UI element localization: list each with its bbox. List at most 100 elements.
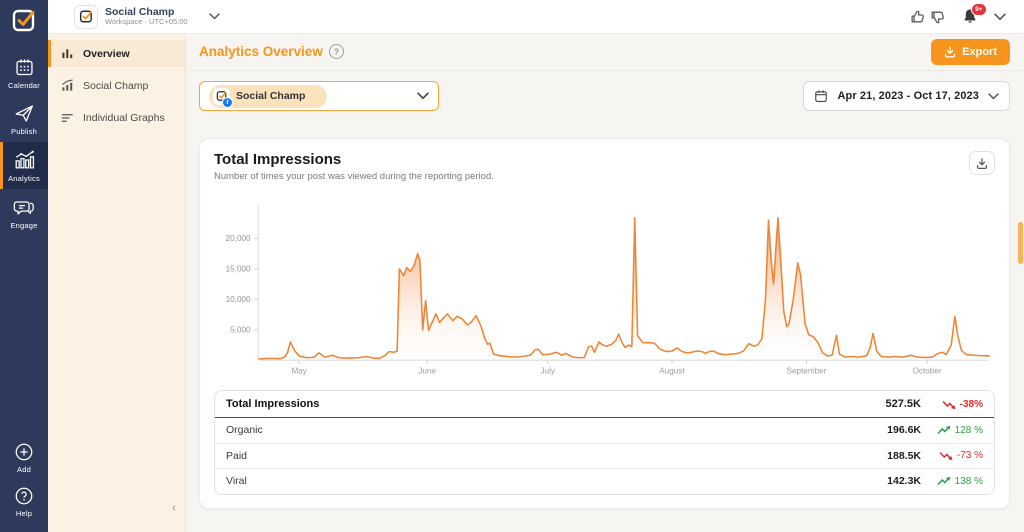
workspace-logo-icon bbox=[74, 4, 98, 29]
topbar: Social Champ Workspace · UTC+05:00 9+ bbox=[48, 0, 1024, 34]
app-sidebar: Calendar Publish Analytics Engage Add He… bbox=[0, 0, 48, 532]
help-question-icon bbox=[14, 486, 34, 506]
sidebar-item-label: Engage bbox=[10, 221, 38, 230]
metric-value: 188.5K bbox=[887, 449, 921, 462]
metric-change: -73 % bbox=[956, 450, 983, 462]
account-select-dropdown[interactable]: f Social Champ bbox=[199, 81, 439, 111]
metric-trend: 128 % bbox=[921, 425, 983, 436]
y-axis-tick-label: 10,000 bbox=[226, 295, 251, 304]
chevron-down-icon[interactable] bbox=[994, 12, 1006, 21]
metric-value: 142.3K bbox=[887, 475, 921, 488]
metric-change: 128 % bbox=[954, 424, 983, 436]
calendar-icon bbox=[814, 89, 828, 103]
scrollbar-thumb[interactable] bbox=[1018, 222, 1023, 264]
download-icon bbox=[976, 157, 988, 169]
page-header: Analytics Overview ? Export bbox=[185, 33, 1024, 71]
overview-bars-icon bbox=[61, 47, 74, 60]
sidebar-item-analytics[interactable]: Analytics bbox=[0, 142, 48, 189]
metric-label: Total Impressions bbox=[226, 398, 320, 410]
growth-chart-icon bbox=[61, 79, 74, 92]
chevron-down-icon bbox=[417, 92, 429, 100]
feedback-thumbs bbox=[910, 9, 946, 25]
table-row: Organic 196.6K 128 % bbox=[215, 418, 994, 444]
y-axis-tick-label: 15,000 bbox=[226, 265, 251, 274]
sidebar-item-label: Add bbox=[17, 465, 31, 474]
lines-list-icon bbox=[61, 111, 74, 124]
sidebar-item-publish[interactable]: Publish bbox=[0, 96, 48, 142]
total-impressions-card: Total Impressions Number of times your p… bbox=[199, 138, 1010, 509]
facebook-badge-icon: f bbox=[222, 96, 233, 108]
account-chip-label: Social Champ bbox=[236, 90, 306, 102]
sidebar-item-label: Publish bbox=[11, 127, 37, 136]
trend-down-icon bbox=[939, 452, 953, 461]
card-subtitle: Number of times your post was viewed dur… bbox=[214, 171, 494, 182]
sidebar-item-label: Calendar bbox=[7, 81, 41, 90]
analytics-subnav: Overview Social Champ Individual Graphs … bbox=[48, 33, 186, 532]
metric-label: Viral bbox=[226, 475, 247, 488]
y-axis-tick-label: 20,000 bbox=[226, 234, 251, 243]
metric-change: 138 % bbox=[954, 475, 983, 487]
subnav-item-label: Social Champ bbox=[83, 79, 149, 92]
social-champ-logo-icon[interactable] bbox=[11, 7, 38, 34]
download-icon bbox=[944, 46, 956, 58]
card-header: Total Impressions Number of times your p… bbox=[214, 151, 995, 182]
calendar-icon bbox=[14, 57, 35, 78]
metric-change: -38% bbox=[959, 398, 983, 410]
table-row: Paid 188.5K -73 % bbox=[215, 444, 994, 469]
paper-plane-icon bbox=[14, 103, 35, 124]
subnav-item-overview[interactable]: Overview bbox=[48, 40, 185, 67]
collapse-sidebar-handle[interactable]: ‹ bbox=[167, 498, 181, 518]
add-plus-icon bbox=[14, 442, 34, 462]
sidebar-item-label: Help bbox=[15, 509, 33, 518]
trend-up-icon bbox=[937, 425, 951, 434]
workspace-selector[interactable]: Social Champ Workspace · UTC+05:00 bbox=[74, 4, 220, 29]
scrollbar-track bbox=[1017, 33, 1023, 532]
social-champ-account-icon: f bbox=[213, 87, 233, 108]
card-download-button[interactable] bbox=[969, 151, 995, 175]
notifications-bell[interactable]: 9+ bbox=[962, 3, 987, 25]
subnav-item-social-champ[interactable]: Social Champ bbox=[48, 72, 185, 99]
metric-trend: -38% bbox=[921, 399, 983, 410]
page-title: Analytics Overview bbox=[199, 44, 323, 59]
chevron-down-icon[interactable] bbox=[208, 13, 220, 20]
export-button-label: Export bbox=[962, 45, 997, 58]
filter-row: f Social Champ Apr 21, 2023 - Oct 17, 20… bbox=[185, 71, 1024, 111]
x-axis-month-label: May bbox=[291, 367, 307, 376]
date-range-text: Apr 21, 2023 - Oct 17, 2023 bbox=[837, 90, 979, 102]
chevron-down-icon bbox=[988, 92, 999, 100]
notification-badge: 9+ bbox=[970, 3, 987, 16]
help-icon[interactable]: ? bbox=[328, 44, 344, 59]
metric-value: 196.6K bbox=[887, 424, 921, 437]
sidebar-item-calendar[interactable]: Calendar bbox=[0, 50, 48, 96]
x-axis-month-label: August bbox=[659, 367, 685, 376]
metric-label: Paid bbox=[226, 449, 248, 462]
card-title: Total Impressions bbox=[214, 151, 342, 168]
sidebar-item-engage[interactable]: Engage bbox=[0, 189, 48, 236]
y-axis-tick-label: 5,000 bbox=[230, 325, 251, 334]
export-button[interactable]: Export bbox=[931, 38, 1010, 65]
table-header-row: Total Impressions 527.5K -38% bbox=[215, 391, 994, 418]
metric-label: Organic bbox=[226, 424, 263, 437]
sidebar-item-add[interactable]: Add bbox=[0, 436, 48, 480]
metric-trend: -73 % bbox=[921, 450, 983, 461]
x-axis-month-label: October bbox=[913, 367, 942, 376]
date-range-picker[interactable]: Apr 21, 2023 - Oct 17, 2023 bbox=[803, 81, 1010, 111]
x-axis-month-label: September bbox=[787, 367, 827, 376]
account-chip: f Social Champ bbox=[209, 84, 328, 108]
analytics-chart-icon bbox=[13, 149, 35, 171]
thumbs-down-icon[interactable] bbox=[930, 9, 946, 25]
impressions-breakdown-table: Total Impressions 527.5K -38% Organic 19… bbox=[214, 390, 995, 495]
thumbs-up-icon[interactable] bbox=[910, 9, 926, 25]
sidebar-item-label: Analytics bbox=[8, 174, 40, 183]
workspace-meta: Workspace · UTC+05:00 bbox=[105, 17, 188, 27]
sidebar-item-help[interactable]: Help bbox=[0, 480, 48, 524]
subnav-item-individual-graphs[interactable]: Individual Graphs bbox=[48, 104, 185, 131]
metric-value: 527.5K bbox=[885, 398, 921, 410]
subnav-item-label: Overview bbox=[83, 47, 130, 60]
trend-down-icon bbox=[942, 400, 956, 409]
impressions-area-chart[interactable]: 5,000 10,000 15,000 20,000 May June July August… bbox=[214, 196, 995, 382]
chat-bubbles-icon bbox=[13, 196, 35, 218]
metric-trend: 138 % bbox=[921, 476, 983, 487]
workspace-text: Social Champ Workspace · UTC+05:00 bbox=[105, 6, 188, 27]
card-header-text: Total Impressions Number of times your p… bbox=[214, 151, 494, 182]
